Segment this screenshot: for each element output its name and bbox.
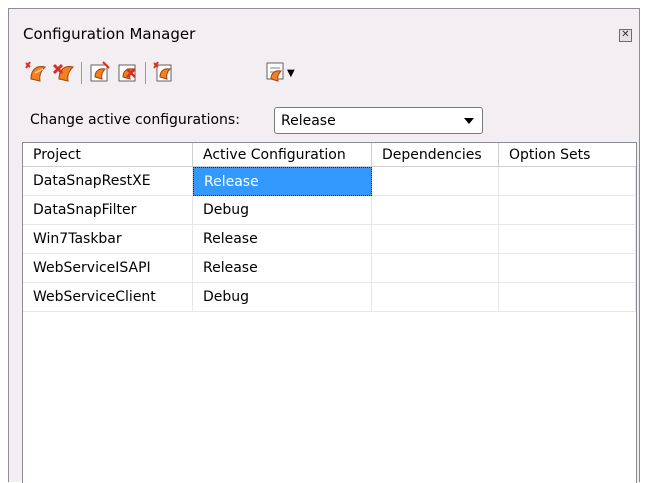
copy-configuration-button[interactable] [115, 59, 141, 85]
config-cell[interactable]: Release [193, 254, 372, 283]
rename-configuration-button[interactable] [87, 59, 113, 85]
panel-title: Configuration Manager [23, 25, 196, 43]
close-button[interactable]: ✕ [619, 29, 632, 42]
project-cell[interactable]: WebServiceClient [23, 283, 193, 312]
table-row[interactable]: DataSnapFilter Debug [23, 196, 636, 225]
table-row[interactable]: WebServiceClient Debug [23, 283, 636, 312]
close-icon: ✕ [621, 29, 630, 40]
column-header-option-sets[interactable]: Option Sets [499, 143, 636, 166]
add-configuration-button[interactable] [23, 59, 49, 85]
option-set-button[interactable] [151, 59, 177, 85]
active-config-select[interactable]: Release [274, 107, 483, 134]
copy-configuration-icon [118, 64, 136, 82]
config-cell[interactable]: Debug [193, 283, 372, 312]
config-cell[interactable]: Release [193, 225, 372, 254]
dependencies-cell[interactable] [372, 225, 499, 254]
project-cell[interactable]: Win7Taskbar [23, 225, 193, 254]
project-cell[interactable]: DataSnapFilter [23, 196, 193, 225]
table-row[interactable]: DataSnapRestXE Release [23, 167, 636, 196]
project-cell[interactable]: DataSnapRestXE [23, 167, 193, 196]
option-sets-cell[interactable] [499, 283, 636, 312]
config-cell[interactable]: Release [193, 167, 372, 196]
table-row[interactable]: Win7Taskbar Release [23, 225, 636, 254]
rename-configuration-icon [90, 61, 110, 82]
option-sets-cell[interactable] [499, 167, 636, 196]
add-configuration-icon [25, 61, 46, 82]
dependencies-cell[interactable] [372, 283, 499, 312]
toolbar-separator [81, 62, 82, 84]
title-bar: Configuration Manager ✕ [9, 9, 639, 49]
active-config-value: Release [281, 113, 336, 129]
option-sets-cell[interactable] [499, 196, 636, 225]
delete-configuration-button[interactable] [51, 59, 77, 85]
projects-grid: Project Active Configuration Dependencie… [22, 142, 637, 483]
column-header-dependencies[interactable]: Dependencies [372, 143, 499, 166]
toolbar: ▼ [23, 59, 323, 89]
apply-option-set-button[interactable] [263, 59, 289, 85]
active-config-label: Change active configurations: [30, 112, 240, 128]
column-header-active-configuration[interactable]: Active Configuration [193, 143, 372, 166]
dependencies-cell[interactable] [372, 167, 499, 196]
delete-configuration-icon [52, 63, 74, 82]
column-header-project[interactable]: Project [23, 143, 193, 166]
table-row[interactable]: WebServiceISAPI Release [23, 254, 636, 283]
dependencies-cell[interactable] [372, 254, 499, 283]
configuration-manager-panel: Configuration Manager ✕ ▼ Change active … [8, 8, 640, 483]
chevron-down-icon[interactable]: ▼ [287, 68, 295, 79]
toolbar-separator [145, 62, 146, 84]
config-cell[interactable]: Debug [193, 196, 372, 225]
grid-header: Project Active Configuration Dependencie… [23, 143, 636, 167]
project-cell[interactable]: WebServiceISAPI [23, 254, 193, 283]
option-sets-cell[interactable] [499, 225, 636, 254]
option-set-icon [153, 61, 172, 82]
apply-option-set-icon [266, 62, 284, 82]
dependencies-cell[interactable] [372, 196, 499, 225]
chevron-down-icon [464, 118, 474, 124]
option-sets-cell[interactable] [499, 254, 636, 283]
